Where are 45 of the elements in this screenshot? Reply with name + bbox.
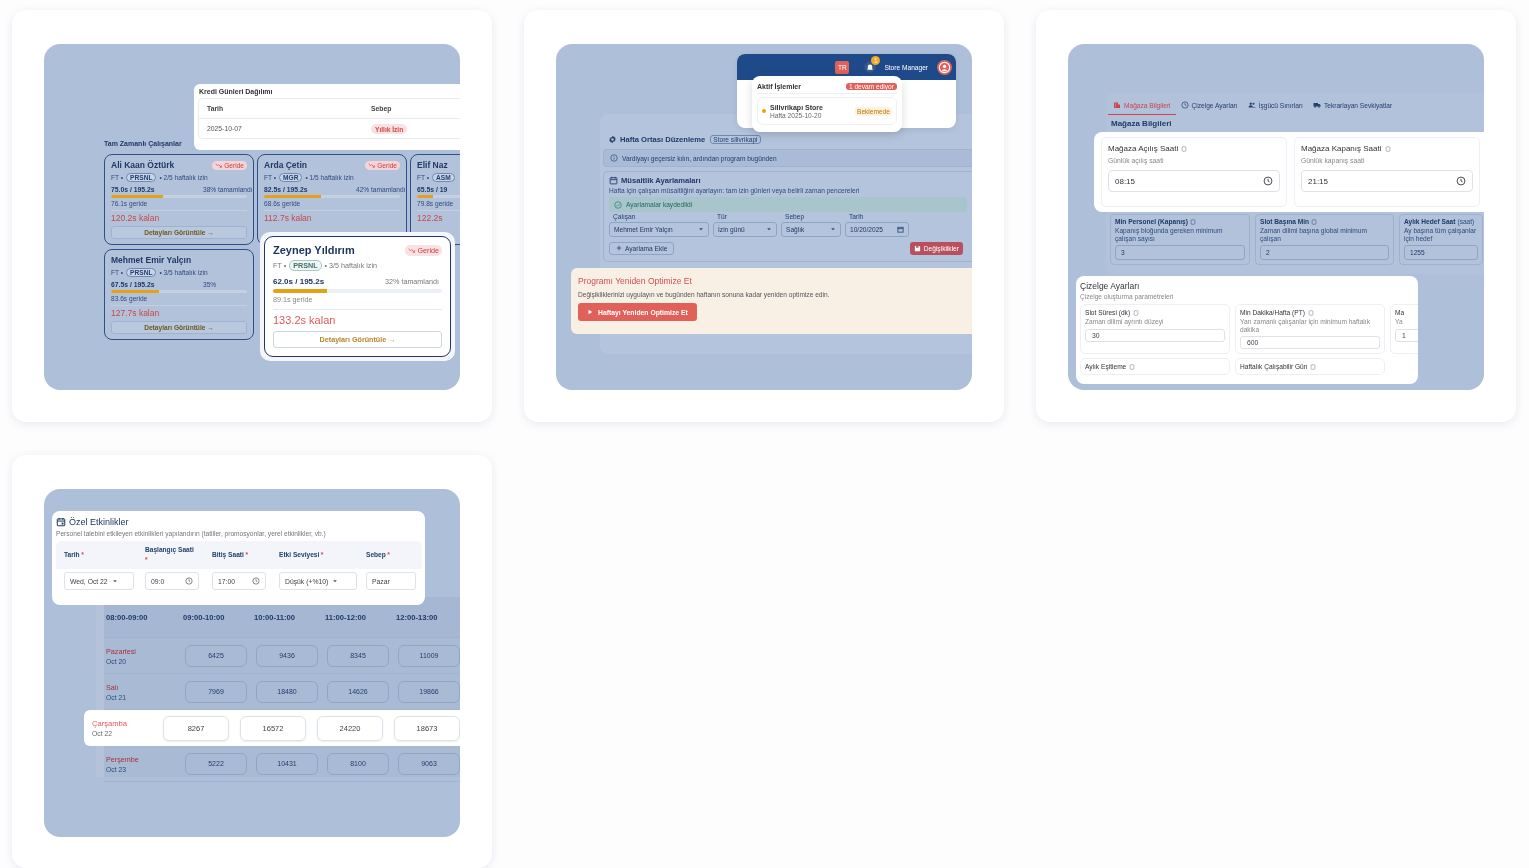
employee-name: Arda Çetin: [264, 160, 307, 170]
trend-down-icon: [368, 162, 376, 168]
clock-icon: [252, 577, 260, 585]
clock-icon: [1180, 101, 1189, 109]
plus-icon: [616, 245, 622, 252]
clock-icon: [185, 577, 193, 585]
employee-name: Mehmet Emir Yalçın: [111, 255, 192, 265]
setting-label: Mağaza Açılış Saati: [1108, 144, 1179, 153]
remaining-hours: 120.2s kalan: [111, 213, 161, 223]
trend-down-icon: [215, 162, 223, 168]
check-circle-icon: [614, 200, 622, 209]
caret-icon: [111, 578, 118, 584]
save-icon: [913, 244, 921, 252]
section-title: Mağaza Bilgileri: [1111, 119, 1173, 128]
people-icon: [1247, 101, 1256, 109]
time-field[interactable]: 08:15: [1108, 170, 1280, 192]
remaining-hours: 127.7s kalan: [111, 308, 161, 318]
card-title: Çizelge Ayarları: [1080, 281, 1141, 291]
trend-down-icon: [408, 247, 416, 253]
play-icon: [587, 309, 593, 315]
time-field[interactable]: 21:15: [1301, 170, 1473, 192]
banner-title: Programı Yeniden Optimize Et: [578, 276, 693, 286]
remaining-hours: 122.2s: [417, 213, 444, 223]
truck-icon: [1312, 101, 1321, 109]
bell-icon[interactable]: [864, 61, 877, 73]
calendar-icon: [609, 176, 618, 185]
gear-icon: [608, 135, 617, 144]
calendar-icon: [897, 225, 904, 233]
caret-icon: [830, 226, 836, 233]
employee-name: Zeynep Yıldırım: [273, 244, 355, 256]
employee-name: Elif Naz: [417, 160, 448, 170]
avatar-icon[interactable]: [937, 59, 952, 75]
clock-icon: [1263, 176, 1273, 186]
caret-icon: [766, 226, 772, 233]
setting-label: Mağaza Kapanış Saati: [1301, 144, 1382, 153]
hours-text: 62.0s / 195.2s: [273, 277, 326, 286]
remaining-hours: 133.2s kalan: [273, 314, 337, 326]
card-title: Özel Etkinlikler: [69, 517, 129, 527]
caret-icon: [332, 578, 339, 584]
store-icon: [1113, 101, 1121, 109]
remaining-hours: 112.7s kalan: [264, 213, 313, 223]
calendar-icon: [56, 517, 66, 527]
employee-name: Ali Kaan Öztürk: [111, 160, 175, 170]
clock-icon: [1456, 176, 1466, 186]
caret-icon: [698, 226, 704, 233]
